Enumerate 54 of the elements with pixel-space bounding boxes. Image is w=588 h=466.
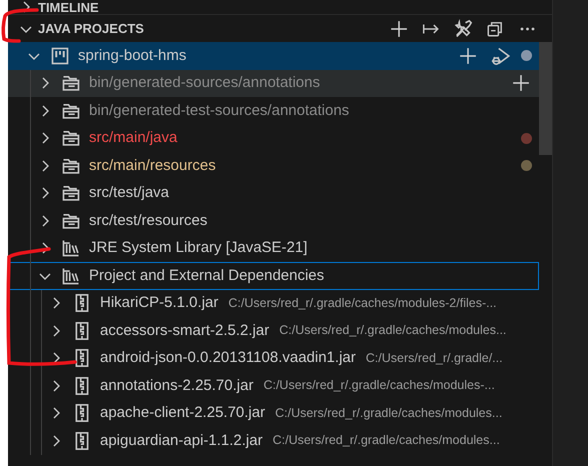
item-label: src/test/java <box>89 183 170 203</box>
tree-item[interactable]: src/test/resources <box>8 207 539 234</box>
item-label: apiguardian-api-1.1.2.jar <box>100 430 263 450</box>
tree-item[interactable]: Project and External Dependencies <box>8 262 539 290</box>
plus-icon <box>390 20 408 38</box>
plus-icon <box>512 74 530 92</box>
tree-item[interactable]: spring-boot-hms <box>8 42 539 70</box>
item-label: bin/generated-test-sources/annotations <box>89 100 350 120</box>
item-path: C:/Users/red_r/.gradle/caches/modules... <box>275 404 502 422</box>
package-folder-icon <box>61 73 81 94</box>
item-path: C:/Users/red_r/.gradle/caches/modules... <box>279 322 506 340</box>
package-folder-icon <box>61 183 81 204</box>
item-label: src/test/resources <box>89 210 208 230</box>
item-path: C:/Users/red_r/.gradle/caches/modules-... <box>263 377 495 394</box>
plus-icon <box>459 46 477 65</box>
item-label: Project and External Dependencies <box>89 266 324 286</box>
scrollbar-thumb[interactable] <box>539 42 552 155</box>
item-label: spring-boot-hms <box>78 46 186 66</box>
item-path: C:/Users/red_r/.gradle/caches/modules... <box>272 432 500 450</box>
package-folder-icon <box>61 128 81 148</box>
collapse-icon <box>486 20 504 38</box>
tree-item[interactable]: apiguardian-api-1.1.2.jar C:/Users/red_r/.gradle/caches/modules... <box>8 427 539 454</box>
item-label: android-json-0.0.20131108.vaadin1.jar <box>100 348 356 368</box>
tree-item[interactable]: src/test/java <box>8 180 539 207</box>
tree-item[interactable]: android-json-0.0.20131108.vaadin1.jar C:/Users/red_r/.gradle/... <box>8 344 539 372</box>
project-icon <box>50 46 70 66</box>
item-label: HikariCP-5.1.0.jar <box>100 293 218 313</box>
item-path: C:/Users/red_r/.gradle/... <box>366 350 503 367</box>
tools-icon <box>453 18 473 38</box>
item-label: apache-client-2.25.70.jar <box>100 403 266 423</box>
tree-item[interactable]: annotations-2.25.70.jar C:/Users/red_r/.gradle/caches/modules-... <box>8 372 539 400</box>
item-label: src/main/resources <box>89 156 216 176</box>
tree-item[interactable]: JRE System Library [JavaSE-21] <box>8 234 539 262</box>
play-bug-icon <box>489 46 511 66</box>
item-label: JRE System Library [JavaSE-21] <box>89 238 308 258</box>
item-label: accessors-smart-2.5.2.jar <box>100 320 270 340</box>
tree-item[interactable]: bin/generated-test-sources/annotations <box>8 97 539 124</box>
item-label: annotations-2.25.70.jar <box>100 376 254 396</box>
item-path: C:/Users/red_r/.gradle/caches/modules-2/files-... <box>228 294 497 312</box>
section-title[interactable]: TIMELINE <box>38 0 99 14</box>
tree-item[interactable]: src/main/java <box>8 124 539 152</box>
tree-item[interactable]: bin/generated-sources/annotations <box>8 70 539 97</box>
annotation-mark <box>2 8 39 43</box>
library-icon <box>61 238 81 258</box>
item-label: bin/generated-sources/annotations <box>89 73 320 93</box>
tree-item[interactable]: apache-client-2.25.70.jar C:/Users/red_r/.gradle/caches/modules... <box>8 400 539 427</box>
library-icon <box>61 266 81 286</box>
settings-button[interactable] <box>452 18 474 40</box>
ellipsis-icon <box>520 26 534 30</box>
section-title[interactable]: JAVA PROJECTS <box>38 18 144 38</box>
tree-item[interactable]: HikariCP-5.1.0.jar C:/Users/red_r/.gradle/caches/modules-2/files-... <box>8 290 539 317</box>
tree-item[interactable]: accessors-smart-2.5.2.jar C:/Users/red_r/.gradle/caches/modules... <box>8 317 539 344</box>
tree-item[interactable]: src/main/resources <box>8 152 539 180</box>
item-label: src/main/java <box>89 128 178 148</box>
